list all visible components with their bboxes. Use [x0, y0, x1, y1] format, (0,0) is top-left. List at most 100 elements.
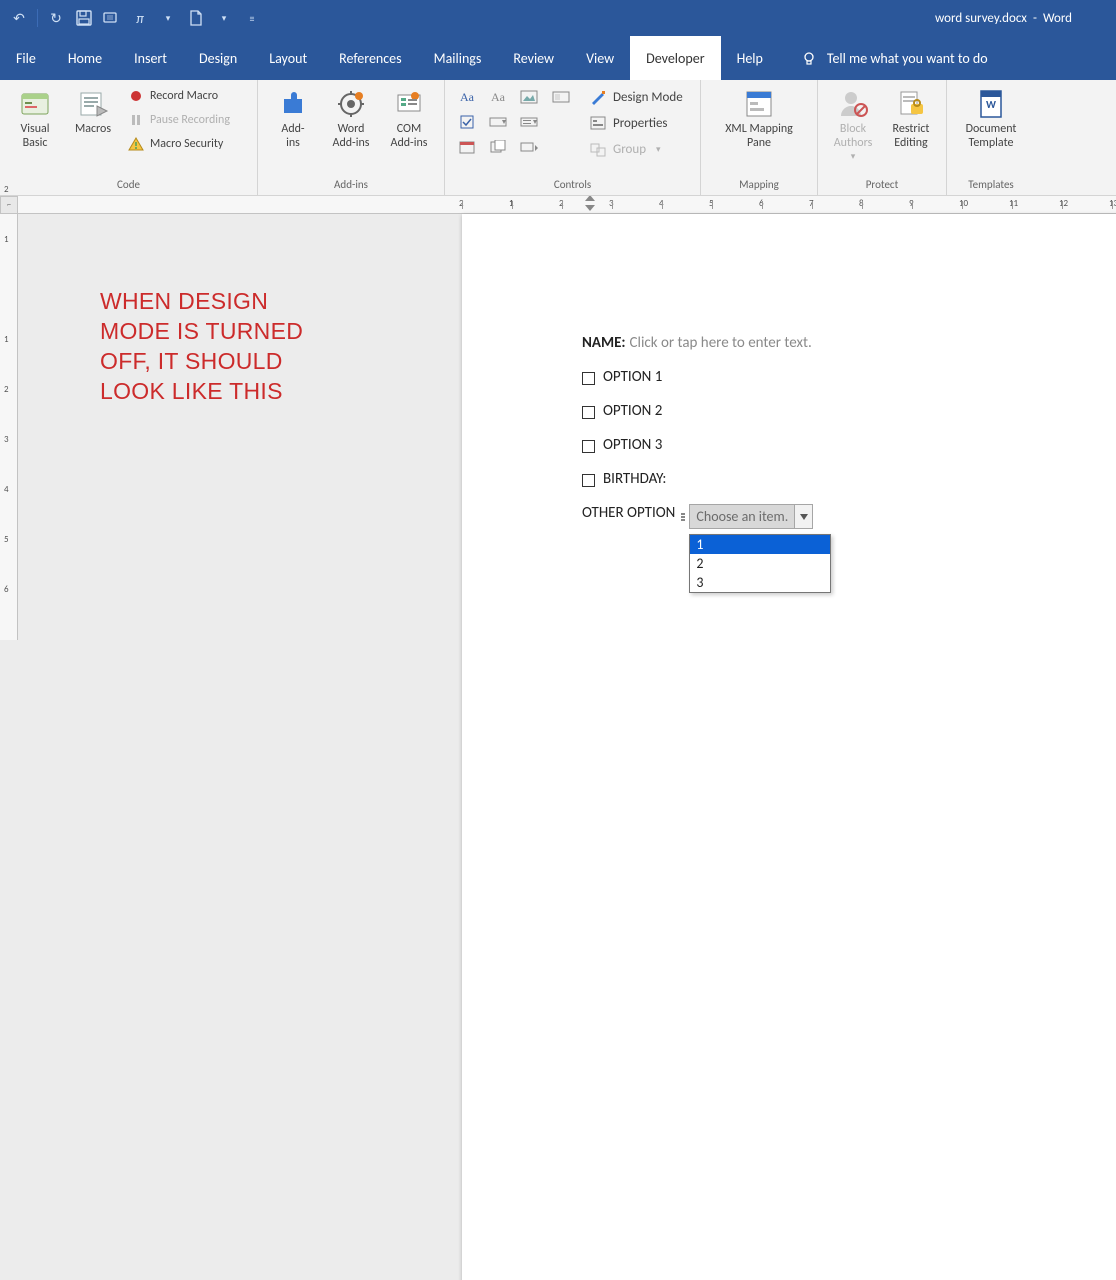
window-title: word survey.docx-Word	[265, 11, 1110, 26]
tab-developer[interactable]: Developer	[630, 36, 720, 80]
birthday-checkbox[interactable]	[582, 474, 595, 487]
document-template-button[interactable]: W Document Template	[955, 84, 1027, 150]
block-authors-icon	[837, 88, 869, 120]
hanging-indent-marker[interactable]	[585, 205, 595, 211]
document-page[interactable]: NAME: Click or tap here to enter text. O…	[462, 214, 1116, 1280]
xml-mapping-icon	[743, 88, 775, 120]
legacy-tools-button[interactable]	[515, 136, 543, 158]
xml-mapping-pane-button[interactable]: XML Mapping Pane	[709, 84, 809, 150]
block-authors-button: Block Authors▾	[826, 84, 880, 164]
new-doc-button[interactable]	[183, 5, 209, 31]
macros-icon	[77, 88, 109, 120]
tab-help[interactable]: Help	[721, 36, 779, 80]
group-control-button: Group▾	[585, 138, 687, 160]
tell-me-search[interactable]: Tell me what you want to do	[779, 36, 988, 80]
visual-basic-icon	[19, 88, 51, 120]
svg-text:W: W	[986, 98, 996, 111]
horizontal-ruler[interactable]: 1 2 12345678910111213	[18, 196, 1116, 214]
other-option-label: OTHER OPTION	[582, 504, 675, 522]
birthday-label: BIRTHDAY:	[603, 470, 666, 488]
tab-references[interactable]: References	[323, 36, 417, 80]
com-addins-icon	[393, 88, 425, 120]
tab-view[interactable]: View	[570, 36, 630, 80]
qat-dropdown-1[interactable]: ▾	[155, 5, 181, 31]
pause-icon	[128, 112, 144, 128]
annotation-text: WHEN DESIGN MODE IS TURNED OFF, IT SHOUL…	[100, 286, 330, 406]
group-label-addins: Add-ins	[266, 176, 436, 195]
design-mode-icon	[589, 88, 607, 106]
restrict-editing-button[interactable]: Restrict Editing	[884, 84, 938, 150]
pause-recording-button: Pause Recording	[124, 110, 234, 130]
warning-icon	[128, 136, 144, 152]
checkbox-control-button[interactable]	[453, 111, 481, 133]
building-block-control-button[interactable]	[547, 86, 575, 108]
option1-label: OPTION 1	[603, 368, 662, 386]
undo-button[interactable]: ↶	[6, 5, 32, 31]
name-field-row: NAME: Click or tap here to enter text.	[582, 334, 1116, 352]
first-line-indent-marker[interactable]	[585, 196, 595, 201]
repeating-section-control-button[interactable]	[484, 136, 512, 158]
record-macro-icon	[128, 88, 144, 104]
design-mode-button[interactable]: Design Mode	[585, 86, 687, 108]
option3-label: OPTION 3	[603, 436, 662, 454]
other-option-combo[interactable]: Choose an item. 1 2 3	[681, 504, 813, 529]
word-addins-button[interactable]: Word Add-ins	[324, 84, 378, 150]
option3-checkbox[interactable]	[582, 440, 595, 453]
ribbon: Visual Basic Macros Record Macro Pause R…	[0, 80, 1116, 196]
qat-customize-button[interactable]: ≡	[239, 5, 265, 31]
visual-basic-button[interactable]: Visual Basic	[8, 84, 62, 150]
lightbulb-icon	[801, 50, 817, 66]
save-button[interactable]	[71, 5, 97, 31]
group-protect: Block Authors▾ Restrict Editing Protect	[818, 80, 947, 195]
option2-checkbox[interactable]	[582, 406, 595, 419]
com-addins-button[interactable]: COM Add-ins	[382, 84, 436, 150]
tab-file[interactable]: File	[0, 36, 52, 80]
combobox-control-button[interactable]	[484, 111, 512, 133]
plain-text-control-button[interactable]: Aa	[484, 86, 512, 108]
record-macro-button[interactable]: Record Macro	[124, 86, 234, 106]
date-picker-control-button[interactable]	[453, 136, 481, 158]
controls-gallery: Aa Aa	[453, 84, 543, 158]
tab-mailings[interactable]: Mailings	[418, 36, 498, 80]
option2-label: OPTION 2	[603, 402, 662, 420]
combo-handle-icon[interactable]	[681, 513, 687, 521]
tab-review[interactable]: Review	[497, 36, 570, 80]
picture-control-button[interactable]	[515, 86, 543, 108]
group-templates: W Document Template Templates	[947, 80, 1035, 195]
other-option-row: OTHER OPTION Choose an item. 1 2 3	[582, 504, 1116, 529]
redo-button[interactable]: ↻	[43, 5, 69, 31]
group-label-mapping: Mapping	[709, 176, 809, 195]
properties-icon	[589, 114, 607, 132]
tab-design[interactable]: Design	[183, 36, 253, 80]
addins-button[interactable]: Add- ins	[266, 84, 320, 150]
dropdown-control-button[interactable]	[515, 111, 543, 133]
group-addins: Add- ins Word Add-ins COM Add-ins Add-in…	[258, 80, 445, 195]
macros-button[interactable]: Macros	[66, 84, 120, 136]
group-icon	[589, 140, 607, 158]
properties-button[interactable]: Properties	[585, 112, 687, 134]
macro-security-button[interactable]: Macro Security	[124, 134, 234, 154]
tab-layout[interactable]: Layout	[253, 36, 323, 80]
ruler-corner[interactable]: ⌐	[0, 196, 18, 214]
qat-dropdown-2[interactable]: ▾	[211, 5, 237, 31]
equation-button[interactable]: π	[127, 5, 153, 31]
group-label-code: Code	[8, 176, 249, 195]
combo-dropdown-arrow[interactable]	[794, 505, 812, 528]
combo-option-2[interactable]: 2	[690, 554, 830, 573]
rich-text-control-button[interactable]: Aa	[453, 86, 481, 108]
title-bar: ↶ ↻ π ▾ ▾ ≡ word survey.docx-Word	[0, 0, 1116, 36]
tab-insert[interactable]: Insert	[118, 36, 183, 80]
group-controls: Aa Aa Design Mode Properties	[445, 80, 701, 195]
combo-option-3[interactable]: 3	[690, 573, 830, 592]
option1-checkbox[interactable]	[582, 372, 595, 385]
document-area: ⌐ 1 2 12345678910111213 21123456 WHEN DE…	[0, 196, 1116, 640]
combo-option-1[interactable]: 1	[690, 535, 830, 554]
group-label-protect: Protect	[826, 176, 938, 195]
touch-mode-button[interactable]	[99, 5, 125, 31]
vertical-ruler[interactable]: 21123456	[0, 214, 18, 640]
name-text-control[interactable]: Click or tap here to enter text.	[630, 334, 812, 352]
group-code: Visual Basic Macros Record Macro Pause R…	[0, 80, 258, 195]
tab-home[interactable]: Home	[52, 36, 118, 80]
restrict-editing-icon	[895, 88, 927, 120]
combo-selected-text: Choose an item.	[690, 505, 794, 528]
